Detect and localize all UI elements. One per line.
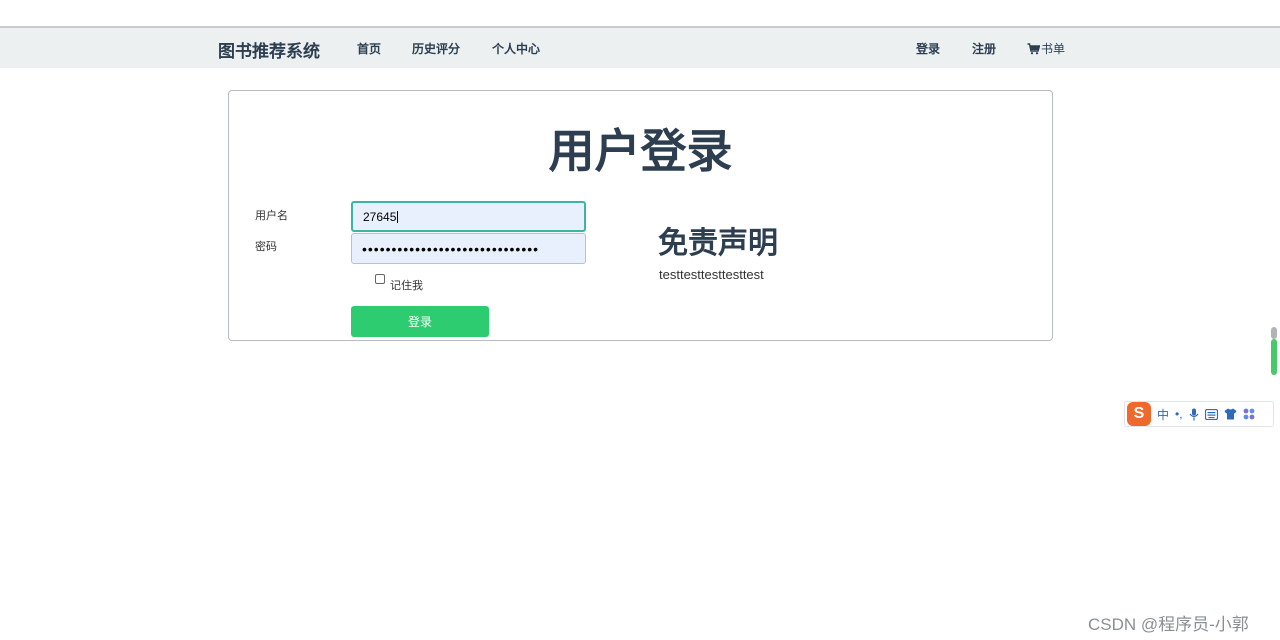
page-title: 用户登录	[548, 125, 733, 177]
nav-register-link[interactable]: 注册	[972, 40, 996, 57]
microphone-icon[interactable]	[1189, 408, 1199, 421]
nav-cart-label: 书单	[1041, 42, 1066, 56]
nav-history-link[interactable]: 历史评分	[412, 40, 460, 57]
login-panel: 用户登录 用户名 27645 密码 ••••••••••••••••••••••…	[228, 90, 1053, 341]
cart-icon	[1027, 42, 1041, 55]
disclaimer-title: 免责声明	[658, 227, 778, 260]
grid-icon[interactable]	[1243, 408, 1255, 420]
scroll-thumb[interactable]	[1271, 339, 1277, 375]
nav-profile-link[interactable]: 个人中心	[492, 40, 540, 57]
watermark: CSDN @程序员-小郭	[1088, 615, 1249, 634]
remember-checkbox[interactable]	[375, 274, 385, 284]
ime-punctuation-toggle[interactable]: •,	[1175, 407, 1183, 421]
remember-label: 记住我	[390, 280, 423, 292]
disclaimer-text: testtesttesttesttest	[659, 267, 764, 282]
password-label: 密码	[255, 241, 277, 253]
remember-me[interactable]: 记住我	[375, 273, 423, 293]
nav-login-link[interactable]: 登录	[916, 40, 940, 57]
shirt-icon[interactable]	[1224, 408, 1237, 420]
sogou-logo-icon[interactable]: S	[1127, 402, 1151, 426]
ime-toolbar: S 中 •,	[1124, 401, 1274, 427]
nav-home-link[interactable]: 首页	[357, 40, 381, 57]
scroll-track	[1271, 327, 1277, 339]
navbar: 图书推荐系统 首页 历史评分 个人中心 登录 注册 书单	[0, 28, 1280, 68]
brand-title[interactable]: 图书推荐系统	[218, 37, 320, 62]
username-value: 27645	[363, 209, 397, 224]
keyboard-icon[interactable]	[1204, 408, 1218, 420]
text-caret	[397, 210, 399, 223]
scroll-indicator[interactable]	[1271, 327, 1277, 377]
login-button[interactable]: 登录	[351, 306, 489, 337]
password-input[interactable]: ••••••••••••••••••••••••••••••	[351, 233, 586, 264]
nav-cart-link[interactable]: 书单	[1027, 40, 1065, 57]
username-label: 用户名	[255, 210, 288, 222]
username-input[interactable]: 27645	[351, 201, 586, 232]
ime-mode-toggle[interactable]: 中	[1157, 406, 1169, 423]
password-value: ••••••••••••••••••••••••••••••	[362, 240, 540, 257]
